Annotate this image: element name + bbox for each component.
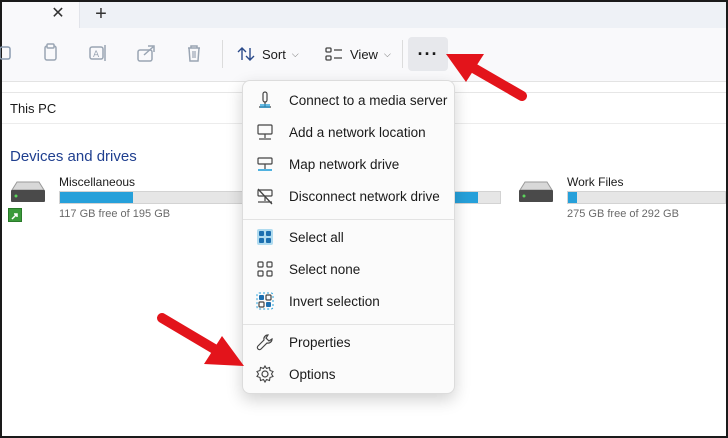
menu-item-label: Add a network location — [289, 124, 426, 140]
sort-label: Sort — [262, 46, 286, 62]
drive-free-space: 117 GB free of 195 GB — [59, 208, 171, 220]
rename-icon[interactable]: A — [86, 41, 110, 65]
tab-this-pc[interactable]: ✕ — [2, 2, 80, 28]
see-more-menu: Connect to a media server Add a network … — [242, 80, 455, 394]
menu-item-label: Invert selection — [289, 293, 380, 309]
breadcrumb[interactable]: This PC — [10, 101, 56, 116]
menu-divider — [243, 219, 454, 220]
shortcut-overlay-icon — [8, 208, 22, 222]
menu-item-label: Map network drive — [289, 156, 400, 172]
annotation-arrow — [446, 54, 527, 101]
drive-name: Miscellaneous — [59, 175, 136, 189]
hard-drive-icon — [8, 178, 48, 212]
view-label: View — [350, 46, 378, 62]
command-bar: A Sort ⌵ View ⌵ ··· — [0, 28, 726, 82]
annotation-arrow — [157, 313, 244, 366]
menu-item-properties[interactable]: Properties — [247, 327, 452, 357]
gear-icon — [255, 364, 275, 384]
menu-item-select-none[interactable]: Select none — [247, 254, 452, 284]
drive-usage-fill — [60, 192, 134, 203]
view-button[interactable]: View ⌵ — [324, 38, 391, 70]
new-tab-button[interactable]: + — [90, 3, 112, 25]
share-icon[interactable] — [134, 41, 158, 65]
select-all-icon — [255, 227, 275, 247]
svg-text:A: A — [93, 50, 100, 60]
menu-item-label: Select all — [289, 229, 344, 245]
drive-item[interactable]: Work Files 275 GB free of 292 GB — [516, 174, 726, 224]
toolbar-divider — [222, 40, 223, 68]
drive-usage-bar — [567, 191, 726, 204]
chevron-down-icon: ⌵ — [383, 48, 391, 59]
section-title[interactable]: Devices and drives — [10, 148, 137, 165]
cut-icon[interactable] — [0, 41, 14, 65]
menu-divider — [243, 324, 454, 325]
select-none-icon — [255, 259, 275, 279]
close-tab-icon[interactable]: ✕ — [48, 4, 68, 24]
sort-icon — [237, 47, 255, 61]
wrench-icon — [255, 332, 275, 352]
menu-item-label: Select none — [289, 261, 361, 277]
delete-icon[interactable] — [182, 41, 206, 65]
toolbar-divider — [402, 40, 403, 68]
drive-usage-bar — [59, 191, 244, 204]
drive-item[interactable]: Miscellaneous 117 GB free of 195 GB — [8, 174, 248, 224]
sort-button[interactable]: Sort ⌵ — [236, 38, 299, 70]
menu-item-connect-media-server[interactable]: Connect to a media server — [247, 85, 452, 115]
map-drive-icon — [255, 154, 275, 174]
hard-drive-icon — [516, 178, 556, 212]
menu-item-label: Connect to a media server — [289, 92, 448, 108]
view-icon — [325, 47, 342, 61]
drive-usage-fill — [568, 192, 578, 203]
menu-item-invert-selection[interactable]: Invert selection — [247, 286, 452, 316]
network-location-icon — [255, 122, 275, 142]
drive-name: Work Files — [567, 175, 624, 189]
menu-item-label: Properties — [289, 334, 351, 350]
menu-item-disconnect-network-drive[interactable]: Disconnect network drive — [247, 181, 452, 211]
menu-item-label: Options — [289, 366, 336, 382]
copy-icon[interactable] — [38, 41, 62, 65]
chevron-down-icon: ⌵ — [291, 48, 299, 59]
media-server-icon — [255, 90, 275, 110]
menu-item-options[interactable]: Options — [247, 359, 452, 389]
disconnect-drive-icon — [255, 186, 275, 206]
tab-strip: ✕ + — [2, 2, 726, 28]
more-options-icon: ··· — [417, 43, 439, 64]
menu-item-add-network-location[interactable]: Add a network location — [247, 117, 452, 147]
invert-selection-icon — [255, 291, 275, 311]
drive-free-space: 275 GB free of 292 GB — [567, 208, 679, 220]
menu-item-map-network-drive[interactable]: Map network drive — [247, 149, 452, 179]
menu-item-select-all[interactable]: Select all — [247, 222, 452, 252]
menu-item-label: Disconnect network drive — [289, 188, 440, 204]
